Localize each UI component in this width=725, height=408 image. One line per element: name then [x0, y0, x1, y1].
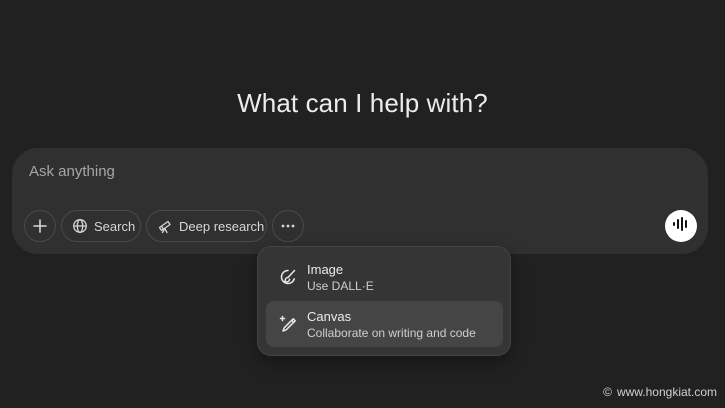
- menu-item-image-subtitle: Use DALL·E: [307, 279, 374, 293]
- watermark-text: www.hongkiat.com: [616, 385, 717, 399]
- chat-home: What can I help with? Search Deep resear…: [0, 0, 725, 408]
- globe-icon: [72, 218, 88, 234]
- search-button-label: Search: [94, 218, 136, 234]
- deep-research-button[interactable]: Deep research: [146, 210, 267, 242]
- telescope-icon: [157, 218, 173, 234]
- paint-brush-icon: [278, 267, 298, 287]
- menu-item-image[interactable]: Image Use DALL·E: [266, 254, 503, 300]
- copyright-symbol: ©: [603, 385, 612, 399]
- menu-item-image-title: Image: [307, 262, 344, 277]
- more-dots-icon: [280, 218, 296, 234]
- add-attachment-button[interactable]: [24, 210, 56, 242]
- voice-wave-icon: [672, 216, 690, 237]
- more-tools-button[interactable]: [272, 210, 304, 242]
- voice-mode-button[interactable]: [665, 210, 697, 242]
- menu-item-canvas[interactable]: Canvas Collaborate on writing and code: [266, 301, 503, 347]
- search-button[interactable]: Search: [61, 210, 141, 242]
- sparkle-pen-icon: [278, 314, 298, 334]
- page-title: What can I help with?: [237, 88, 488, 118]
- plus-icon: [32, 218, 48, 234]
- menu-item-canvas-subtitle: Collaborate on writing and code: [307, 326, 476, 340]
- tools-menu: Image Use DALL·E Canvas Collaborate on w…: [257, 246, 511, 356]
- prompt-input[interactable]: [27, 158, 631, 184]
- menu-item-canvas-title: Canvas: [307, 309, 352, 324]
- watermark: © www.hongkiat.com: [603, 385, 717, 399]
- deep-research-button-label: Deep research: [179, 218, 265, 234]
